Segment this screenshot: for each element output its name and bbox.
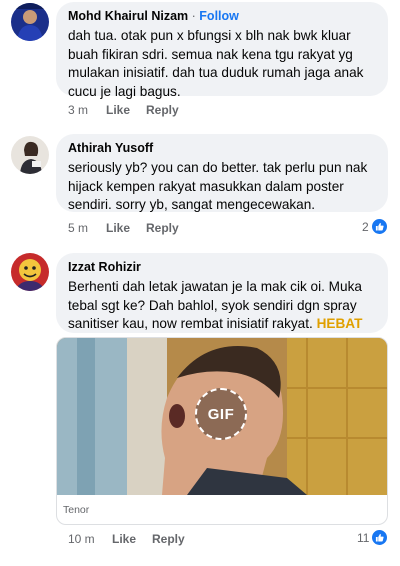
- comment-bubble: Athirah Yusoff seriously yb? you can do …: [56, 134, 388, 212]
- separator-dot: ·: [191, 9, 196, 23]
- thumbs-up-icon: [371, 219, 387, 234]
- comment-text-line: cucu je lagi bagus.: [68, 83, 181, 99]
- like-button[interactable]: Like: [112, 532, 152, 546]
- comment-text-line: buah fikiran sdri. semua nak kena tgu ra…: [68, 46, 353, 62]
- comment-text-line: sanitiser kau, now rembat inisiatif raky…: [68, 315, 376, 334]
- comment-text-line: Berhenti dah letak jawatan je la mak cik…: [68, 279, 362, 294]
- comment-text-line: mulakan inisiatif. dah tua duduk rumah j…: [68, 65, 364, 80]
- avatar[interactable]: [11, 3, 49, 41]
- comment-text-line: dah tua. otak pun x bfungsi x blh nak bw…: [68, 28, 351, 43]
- comment-text-line: sendiri. sorry yb, sangat mengecewakan.: [68, 197, 316, 212]
- gif-preview-image[interactable]: GIF: [57, 338, 387, 495]
- reaction-count: 2: [362, 219, 369, 234]
- comment-text-segment: sanitiser kau, now rembat inisiatif raky…: [68, 316, 317, 331]
- comment-actions: 10 m Like Reply: [68, 532, 185, 546]
- comment-author[interactable]: Izzat Rohizir: [68, 259, 376, 275]
- comment-author[interactable]: Athirah Yusoff: [68, 140, 376, 156]
- avatar[interactable]: [11, 253, 49, 291]
- reply-button[interactable]: Reply: [146, 103, 179, 117]
- comment-text-line: hijack kempen rakyat masukkan dalam post…: [68, 178, 344, 194]
- comment-actions: 3 m Like Reply: [68, 103, 179, 117]
- reaction-summary[interactable]: 2: [362, 219, 387, 234]
- comment-actions: 5 m Like Reply: [68, 221, 179, 235]
- comment-text: seriously yb? you can do better. tak per…: [68, 159, 376, 215]
- gif-badge[interactable]: GIF: [195, 388, 247, 440]
- like-button[interactable]: Like: [106, 221, 146, 235]
- follow-button[interactable]: Follow: [199, 9, 239, 23]
- comment-bubble: Mohd Khairul Nizam · Follow dah tua. ota…: [56, 2, 388, 99]
- comment-text: Berhenti dah letak jawatan je la mak cik…: [68, 278, 376, 334]
- comment-text-line: tebal sgt ke? Dah bahlol, syok sendiri d…: [68, 297, 357, 313]
- highlighted-word: HEBAT: [316, 316, 363, 331]
- like-button[interactable]: Like: [106, 103, 146, 117]
- comment-timestamp[interactable]: 10 m: [68, 532, 112, 546]
- avatar[interactable]: [11, 136, 49, 174]
- reply-button[interactable]: Reply: [146, 221, 179, 235]
- reaction-count: 11: [357, 530, 370, 545]
- comment-bubble: Izzat Rohizir Berhenti dah letak jawatan…: [56, 253, 388, 333]
- comment-timestamp[interactable]: 3 m: [68, 103, 106, 117]
- comment-author[interactable]: Mohd Khairul Nizam: [68, 9, 188, 23]
- comment-text: dah tua. otak pun x bfungsi x blh nak bw…: [68, 27, 376, 101]
- reaction-summary[interactable]: 11: [357, 530, 388, 545]
- comment-timestamp[interactable]: 5 m: [68, 221, 106, 235]
- reply-button[interactable]: Reply: [152, 532, 185, 546]
- gif-attachment[interactable]: GIF Tenor: [56, 337, 388, 525]
- comment-text-line: seriously yb? you can do better. tak per…: [68, 160, 368, 175]
- gif-source-label: Tenor: [63, 504, 90, 516]
- comment-author-line: Mohd Khairul Nizam · Follow: [68, 8, 376, 24]
- thumbs-up-icon: [372, 530, 388, 545]
